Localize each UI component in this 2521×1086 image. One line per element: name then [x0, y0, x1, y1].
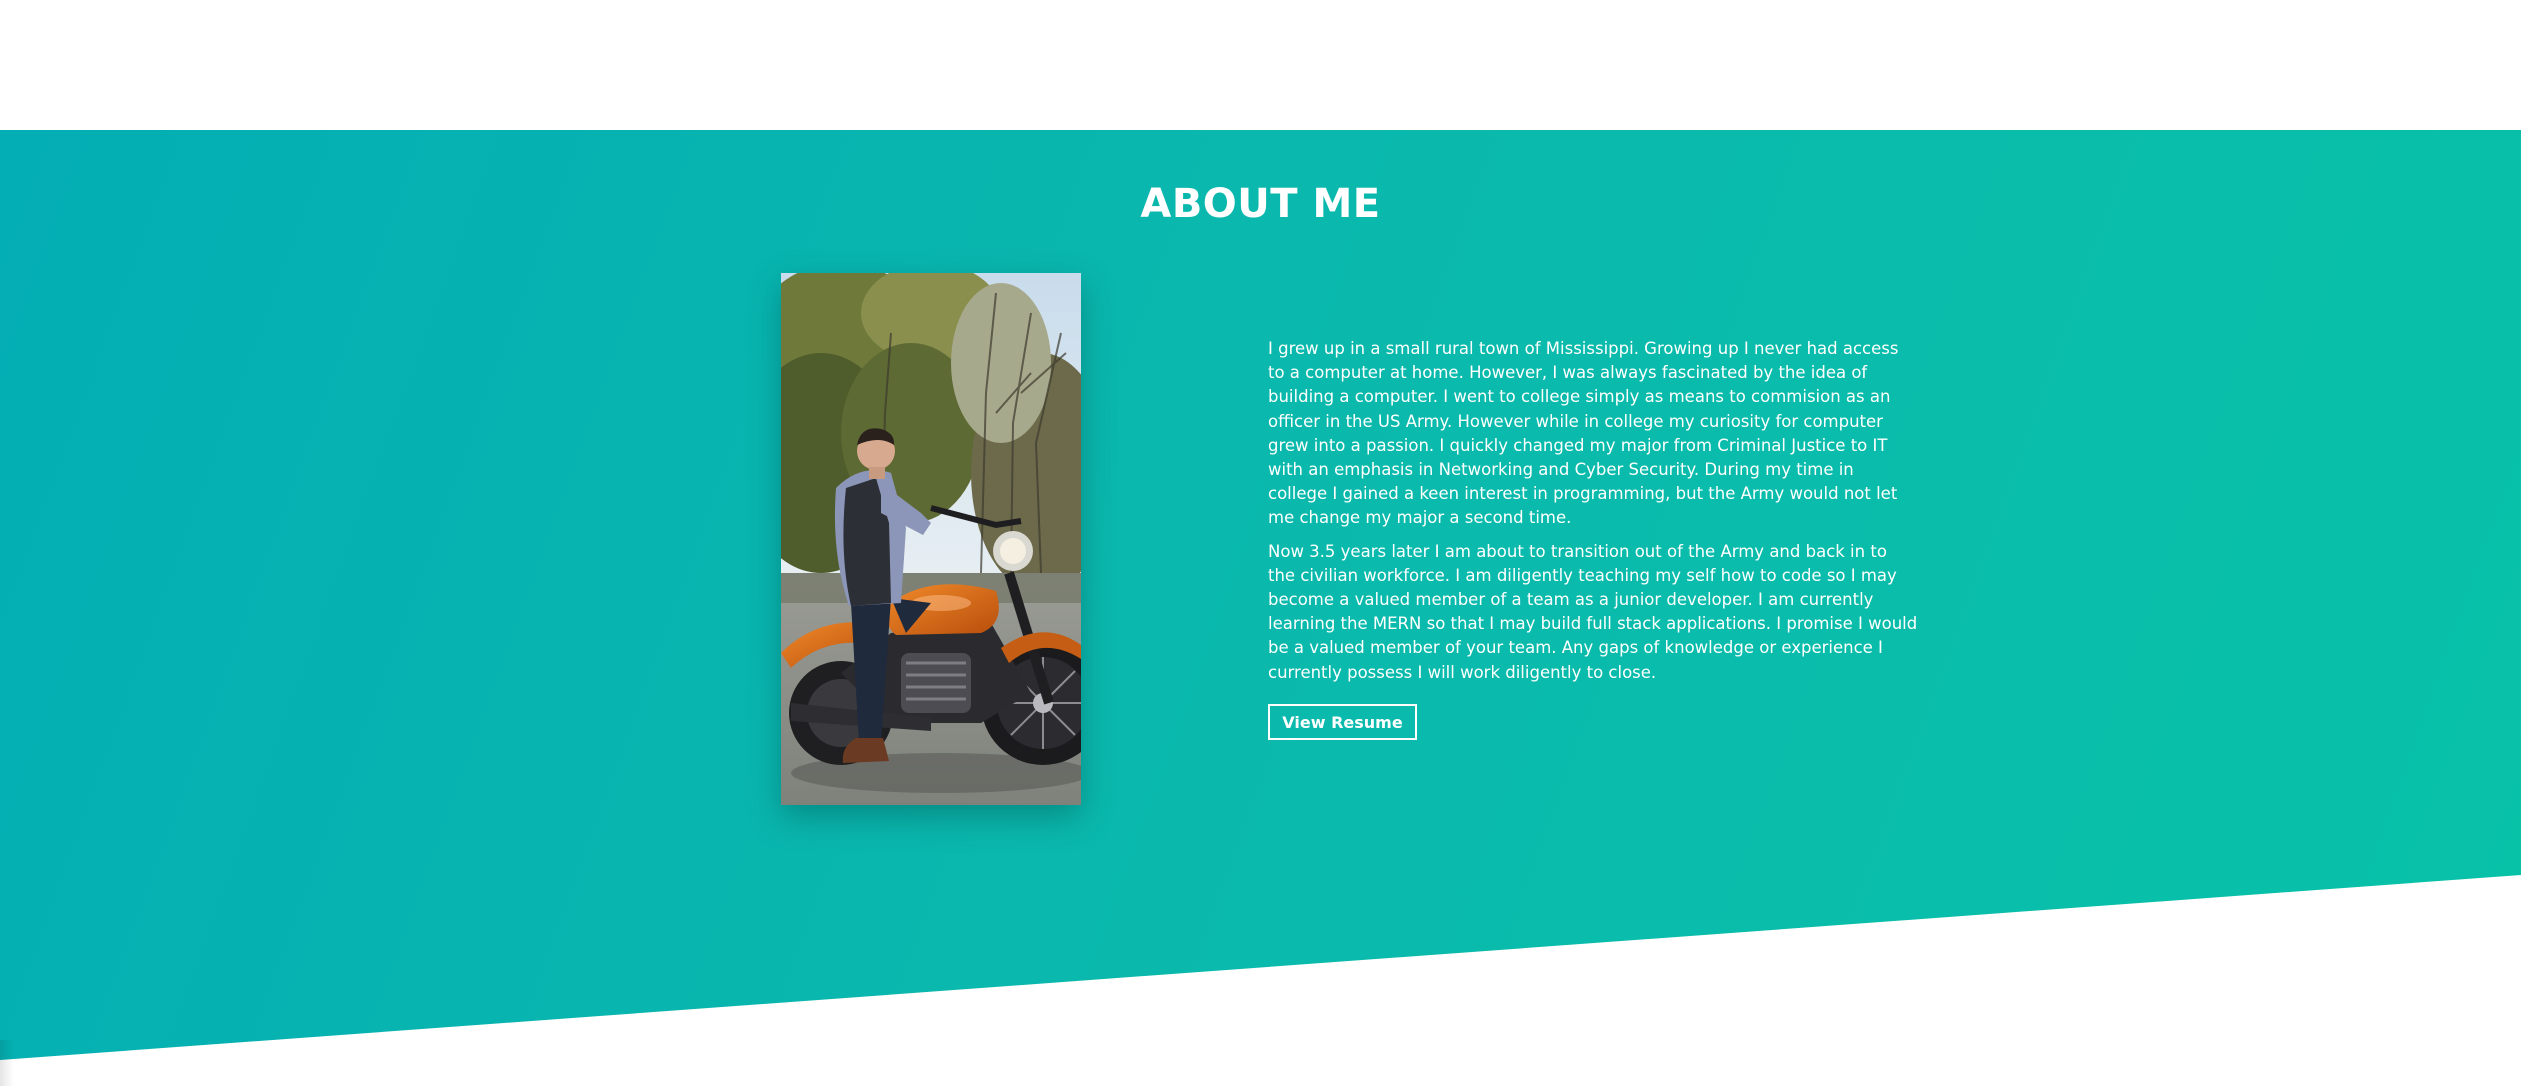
section-title: ABOUT ME	[1140, 181, 1381, 227]
about-paragraph-2: Now 3.5 years later I am about to transi…	[1268, 541, 1918, 682]
edge-shadow	[0, 1040, 14, 1086]
page: ABOUT ME I grew up in a small rural town…	[0, 0, 2521, 1086]
view-resume-button[interactable]: View Resume	[1268, 704, 1417, 740]
about-paragraph-1: I grew up in a small rural town of Missi…	[1268, 339, 1899, 528]
about-section	[0, 130, 2521, 1060]
about-text: I grew up in a small rural town of Missi…	[1268, 337, 1918, 694]
profile-photo	[781, 273, 1081, 805]
motorcycle-photo-illustration	[781, 273, 1081, 805]
